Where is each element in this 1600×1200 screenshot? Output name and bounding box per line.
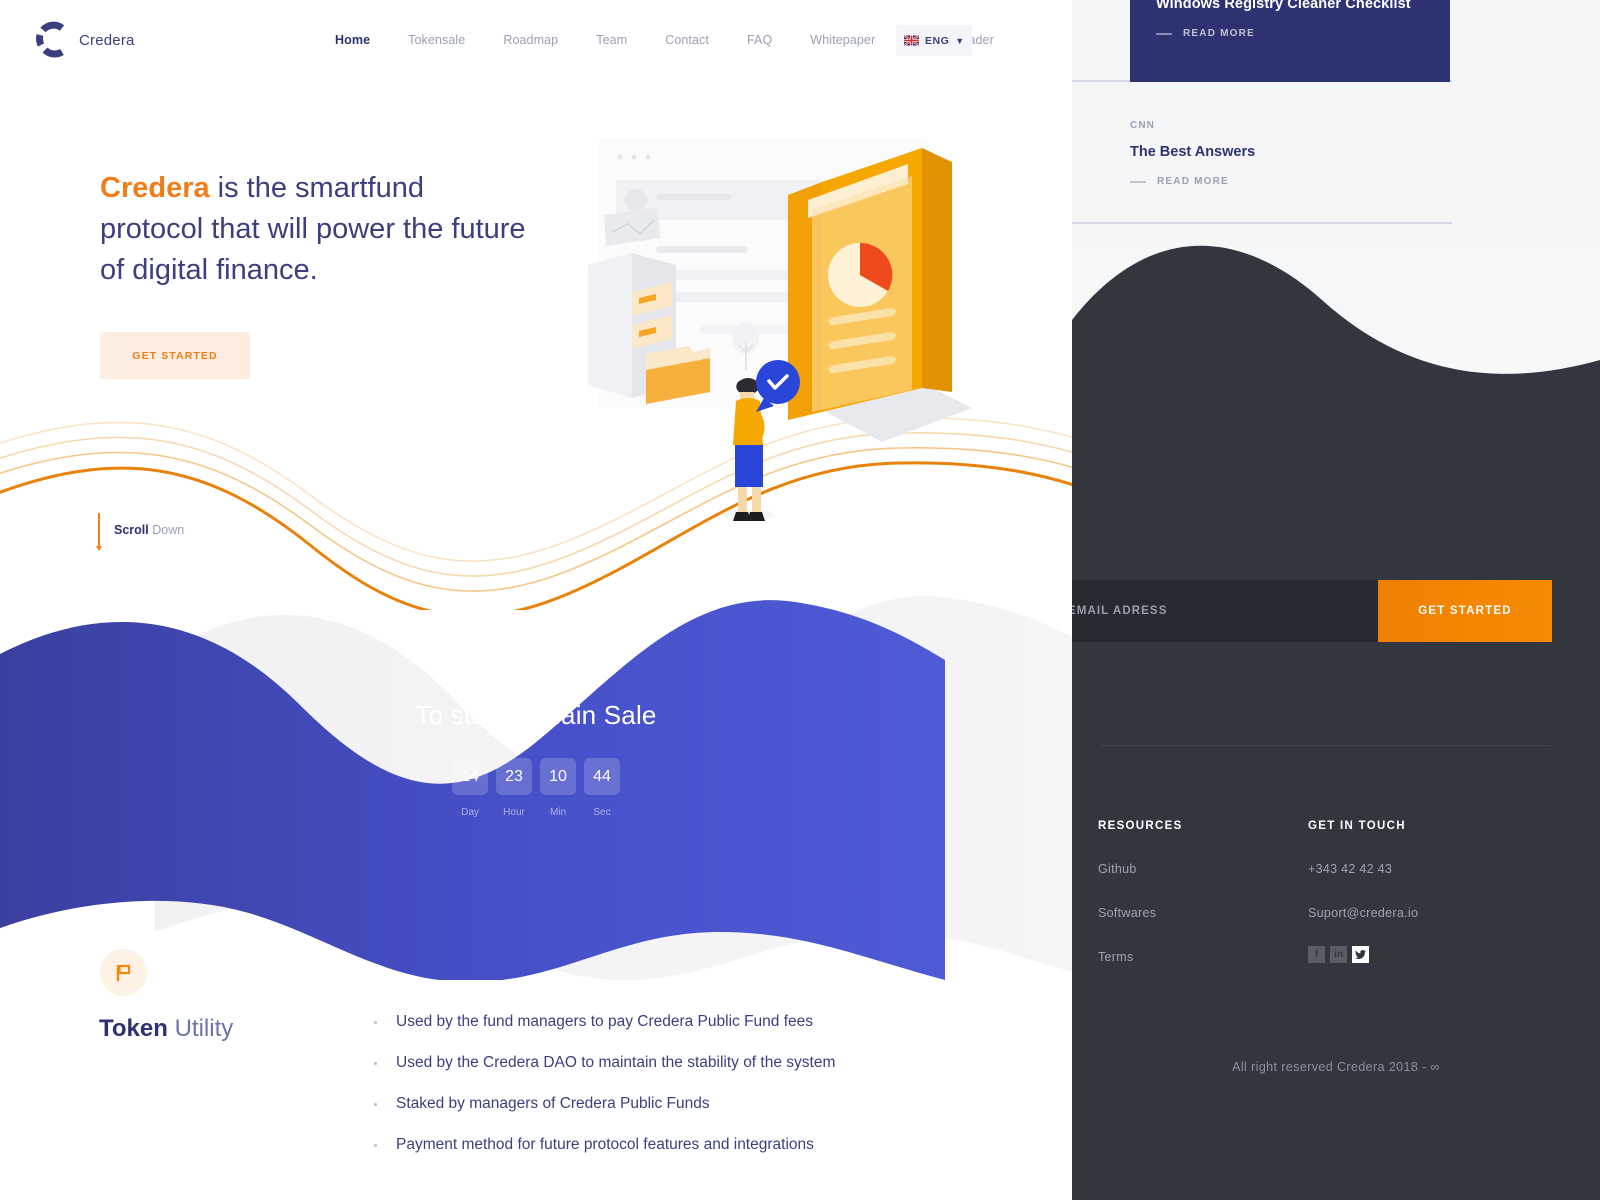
bullet-icon — [374, 1103, 377, 1106]
footer-link-github[interactable]: Github — [1098, 862, 1282, 876]
news-card[interactable]: CNN The Best Answers READ MORE — [1130, 120, 1460, 187]
news-card-title: The Best Answers — [1130, 144, 1256, 160]
countdown-hour-value: 23 — [496, 758, 532, 795]
footer-column-title: RESOURCES — [1098, 820, 1183, 832]
read-more-link[interactable]: READ MORE — [1156, 28, 1424, 39]
token-utility-list: Used by the fund managers to pay Credera… — [374, 1012, 1024, 1176]
footer-email[interactable]: Suport@credera.io — [1308, 906, 1418, 920]
token-utility-badge — [100, 949, 147, 996]
token-heading-light: Utility — [167, 1015, 234, 1042]
countdown-min-value: 10 — [540, 758, 576, 795]
flag-icon — [116, 964, 131, 981]
scroll-arrow-icon — [96, 513, 102, 551]
hero-get-started-button[interactable]: GET STARTED — [100, 332, 250, 379]
hero-illustration — [560, 120, 1072, 540]
token-heading-bold: Token — [99, 1015, 168, 1042]
token-utility-item-text: Used by the Credera DAO to maintain the … — [396, 1054, 836, 1071]
twitter-bird-glyph — [1355, 950, 1366, 959]
credera-logo-icon — [34, 18, 68, 62]
read-more-label: READ MORE — [1157, 176, 1229, 187]
countdown-unit-day: 14 Day — [452, 758, 488, 818]
uk-flag-icon — [904, 35, 919, 46]
main-browser-window: Credera Home Tokensale Roadmap Team Cont… — [0, 0, 1072, 1200]
scroll-down-indicator[interactable]: Scroll Down — [96, 513, 184, 551]
language-code-label: ENG — [925, 34, 950, 47]
bullet-icon — [374, 1021, 377, 1024]
countdown-title: To start of Main Sale — [415, 700, 657, 730]
footer-column-get-in-touch: GET IN TOUCH +343 42 42 43 Suport@creder… — [1282, 820, 1418, 964]
dash-icon — [1156, 32, 1172, 35]
countdown-unit-hour: 23 Hour — [496, 758, 532, 818]
nav-item-faq[interactable]: FAQ — [728, 33, 791, 47]
nav-item-home[interactable]: Home — [316, 33, 389, 47]
countdown-units-group: 14 Day 23 Hour 10 Min 44 Sec — [0, 758, 1072, 818]
nav-item-whitepaper[interactable]: Whitepaper — [791, 33, 894, 47]
bullet-icon — [374, 1062, 377, 1065]
token-utility-item-text: Payment method for future protocol featu… — [396, 1136, 814, 1153]
countdown-hour-label: Hour — [503, 807, 525, 818]
footer-link-terms[interactable]: Terms — [1098, 950, 1282, 964]
token-utility-heading: Token Utility — [99, 1015, 233, 1043]
news-card-featured[interactable]: Windows Registry Cleaner Checklist READ … — [1130, 0, 1450, 82]
brand-name-label: Credera — [79, 31, 135, 49]
scroll-down-rest: Down — [148, 523, 185, 537]
scroll-down-bold: Scroll — [114, 523, 149, 537]
read-more-label: READ MORE — [1183, 28, 1255, 39]
footer-link-softwares[interactable]: Softwares — [1098, 906, 1282, 920]
hero-heading: Credera is the smartfund protocol that w… — [100, 168, 530, 291]
list-item: Payment method for future protocol featu… — [374, 1135, 1024, 1176]
email-input[interactable] — [1072, 580, 1378, 642]
screenshot-root: Credera Home Tokensale Roadmap Team Cont… — [0, 0, 1600, 1200]
news-card-source: CNN — [1130, 120, 1155, 131]
newsletter-signup-row: GET STARTED — [1072, 580, 1552, 642]
footer-column-resources: RESOURCES Github Softwares Terms — [1072, 820, 1282, 964]
countdown-content: To start of Main Sale 14 Day 23 Hour 10 … — [0, 700, 1072, 818]
footer-divider — [1100, 745, 1550, 746]
countdown-sec-value: 44 — [584, 758, 620, 795]
countdown-sec-label: Sec — [593, 807, 611, 818]
list-item: Used by the Credera DAO to maintain the … — [374, 1053, 1024, 1094]
facebook-icon[interactable]: f — [1308, 946, 1325, 963]
nav-item-team[interactable]: Team — [577, 33, 646, 47]
secondary-overlay-window: Windows Registry Cleaner Checklist READ … — [1072, 0, 1600, 1200]
nav-item-tokensale[interactable]: Tokensale — [389, 33, 484, 47]
scroll-down-label: Scroll Down — [114, 523, 184, 537]
hero-heading-accent: Credera — [100, 172, 210, 204]
countdown-day-label: Day — [461, 807, 479, 818]
brand-logo-group[interactable]: Credera — [34, 18, 135, 62]
nav-item-contact[interactable]: Contact — [646, 33, 728, 47]
twitter-icon[interactable] — [1352, 946, 1369, 963]
list-item: Used by the fund managers to pay Credera… — [374, 1012, 1024, 1053]
language-selector[interactable]: ENG ▼ — [896, 25, 972, 56]
countdown-unit-min: 10 Min — [540, 758, 576, 818]
token-utility-item-text: Staked by managers of Credera Public Fun… — [396, 1095, 710, 1112]
chevron-down-icon: ▼ — [955, 35, 965, 46]
countdown-day-value: 14 — [452, 758, 488, 795]
social-links-row: f in — [1308, 946, 1418, 963]
newsletter-get-started-button[interactable]: GET STARTED — [1378, 580, 1552, 642]
nav-item-roadmap[interactable]: Roadmap — [484, 33, 577, 47]
linkedin-icon[interactable]: in — [1330, 946, 1347, 963]
panel-divider-bottom — [1072, 222, 1452, 224]
copyright-text: All right reserved Credera 2018 - ∞ — [1232, 1060, 1440, 1074]
hero-copy-block: Credera is the smartfund protocol that w… — [100, 168, 530, 379]
countdown-unit-sec: 44 Sec — [584, 758, 620, 818]
news-card-title: Windows Registry Cleaner Checklist — [1156, 0, 1411, 12]
dash-icon — [1130, 180, 1146, 183]
top-navigation-bar: Credera Home Tokensale Roadmap Team Cont… — [0, 0, 1072, 80]
read-more-link[interactable]: READ MORE — [1130, 176, 1460, 187]
token-utility-item-text: Used by the fund managers to pay Credera… — [396, 1013, 814, 1030]
footer-column-title: GET IN TOUCH — [1308, 820, 1406, 832]
footer-phone[interactable]: +343 42 42 43 — [1308, 862, 1418, 876]
footer-columns: RESOURCES Github Softwares Terms GET IN … — [1072, 820, 1600, 964]
countdown-min-label: Min — [549, 807, 567, 818]
bullet-icon — [374, 1144, 377, 1147]
list-item: Staked by managers of Credera Public Fun… — [374, 1094, 1024, 1135]
